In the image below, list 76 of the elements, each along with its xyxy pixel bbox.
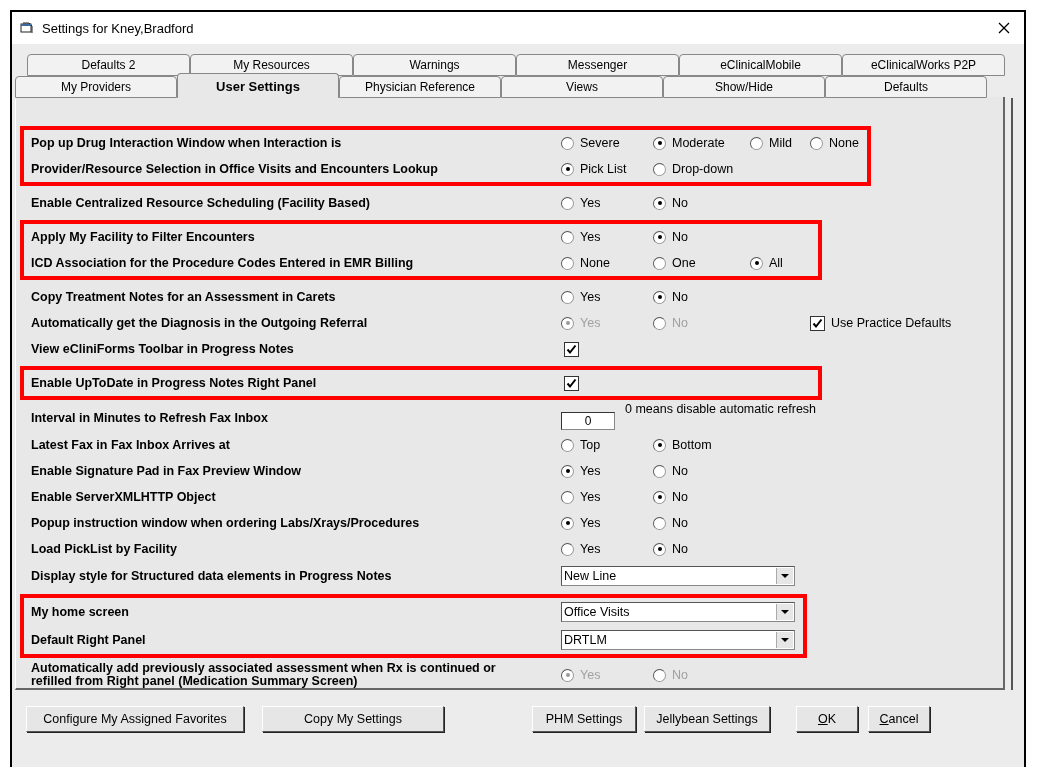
radio-option[interactable]: Pick List <box>561 162 653 176</box>
tab[interactable]: User Settings <box>177 73 339 98</box>
setting-label: Apply My Facility to Filter Encounters <box>31 230 256 244</box>
setting-label: Enable ServerXMLHTTP Object <box>31 490 217 504</box>
setting-label: Copy Treatment Notes for an Assessment in Carets <box>31 290 337 304</box>
radio-option[interactable]: No <box>653 196 750 210</box>
setting-label: Enable UpToDate in Progress Notes Right Panel <box>31 376 318 390</box>
tab[interactable]: Physician Reference <box>339 76 501 98</box>
setting-label: Interval in Minutes to Refresh Fax Inbox <box>31 411 269 425</box>
tab[interactable]: Show/Hide <box>663 76 825 98</box>
setting-label: My home screen <box>31 605 130 619</box>
radio-option[interactable]: Moderate <box>653 136 750 150</box>
setting-label: Display style for Structured data elements in Progress Notes <box>31 569 393 583</box>
radio-option[interactable]: Yes <box>561 542 653 556</box>
setting-label: Load PickList by Facility <box>31 542 178 556</box>
hint-text: 0 means disable automatic refresh <box>625 402 817 416</box>
radio-option[interactable]: None <box>561 256 653 270</box>
number-field[interactable]: 0 <box>561 412 615 430</box>
setting-label: Automatically get the Diagnosis in the Outgoing Referral <box>31 316 369 330</box>
dialog-button[interactable]: Copy My Settings <box>262 706 444 732</box>
radio-option[interactable]: Yes <box>561 516 653 530</box>
setting-label: Enable Signature Pad in Fax Preview Window <box>31 464 303 478</box>
caret-icon <box>776 604 793 620</box>
tab[interactable]: eClinicalMobile <box>679 54 842 76</box>
dialog-button[interactable]: OK <box>796 706 858 732</box>
checkbox[interactable] <box>564 375 579 391</box>
setting-label: Automatically add previously associated assessment when Rx is continued or refilled from Right panel (Medication Summary Screen) <box>31 662 497 688</box>
tab[interactable]: Defaults 2 <box>27 54 190 76</box>
setting-label: Latest Fax in Fax Inbox Arrives at <box>31 438 231 452</box>
radio-option[interactable]: Yes <box>561 196 653 210</box>
radio-option[interactable]: Yes <box>561 490 653 504</box>
tab[interactable]: My Resources <box>190 54 353 76</box>
dropdown[interactable]: Office Visits <box>561 602 795 622</box>
tab[interactable]: Messenger <box>516 54 679 76</box>
radio-option[interactable]: No <box>653 230 750 244</box>
setting-label: Pop up Drug Interaction Window when Interaction is <box>31 136 343 150</box>
radio-option[interactable]: No <box>653 490 750 504</box>
radio-option[interactable]: Drop-down <box>653 162 750 176</box>
setting-label: Enable Centralized Resource Scheduling (Facility Based) <box>31 196 371 210</box>
dialog-button[interactable]: Cancel <box>868 706 930 732</box>
dialog-button[interactable]: PHM Settings <box>532 706 636 732</box>
radio-option[interactable]: No <box>653 464 750 478</box>
radio-option[interactable]: None <box>810 136 859 150</box>
radio-option[interactable]: All <box>750 256 810 270</box>
radio-option[interactable]: Yes <box>561 230 653 244</box>
radio-option[interactable]: Yes <box>561 464 653 478</box>
dropdown[interactable]: DRTLM <box>561 630 795 650</box>
radio-option[interactable]: One <box>653 256 750 270</box>
setting-label: Provider/Resource Selection in Office Visits and Encounters Lookup <box>31 162 439 176</box>
tab[interactable]: Views <box>501 76 663 98</box>
tab[interactable]: Defaults <box>825 76 987 98</box>
radio-option[interactable]: Mild <box>750 136 810 150</box>
dialog-button[interactable]: Configure My Assigned Favorites <box>26 706 244 732</box>
radio-option[interactable]: No <box>653 516 750 530</box>
tab[interactable]: eClinicalWorks P2P <box>842 54 1005 76</box>
radio-option[interactable]: Severe <box>561 136 653 150</box>
setting-label: View eCliniForms Toolbar in Progress Notes <box>31 342 295 356</box>
checkbox-icon <box>810 315 825 331</box>
checkbox-option[interactable]: Use Practice Defaults <box>810 315 952 331</box>
window-title: Settings for Kney,Bradford <box>42 20 195 36</box>
checkbox[interactable] <box>564 341 579 357</box>
radio-option[interactable]: No <box>653 542 750 556</box>
radio-option[interactable]: Bottom <box>653 438 750 452</box>
setting-label: Default Right Panel <box>31 633 147 647</box>
window-icon <box>20 22 34 34</box>
radio-option[interactable]: Yes <box>561 290 653 304</box>
dialog-button[interactable]: Jellybean Settings <box>644 706 770 732</box>
tab[interactable]: Warnings <box>353 54 516 76</box>
setting-label: ICD Association for the Procedure Codes Entered in EMR Billing <box>31 256 415 270</box>
radio-option[interactable]: Top <box>561 438 653 452</box>
radio-option[interactable]: No <box>653 290 750 304</box>
setting-label: Popup instruction window when ordering Labs/Xrays/Procedures <box>31 516 421 530</box>
caret-icon <box>776 568 793 584</box>
caret-icon <box>776 632 793 648</box>
tab[interactable]: My Providers <box>15 76 177 98</box>
dropdown[interactable]: New Line <box>561 566 795 586</box>
